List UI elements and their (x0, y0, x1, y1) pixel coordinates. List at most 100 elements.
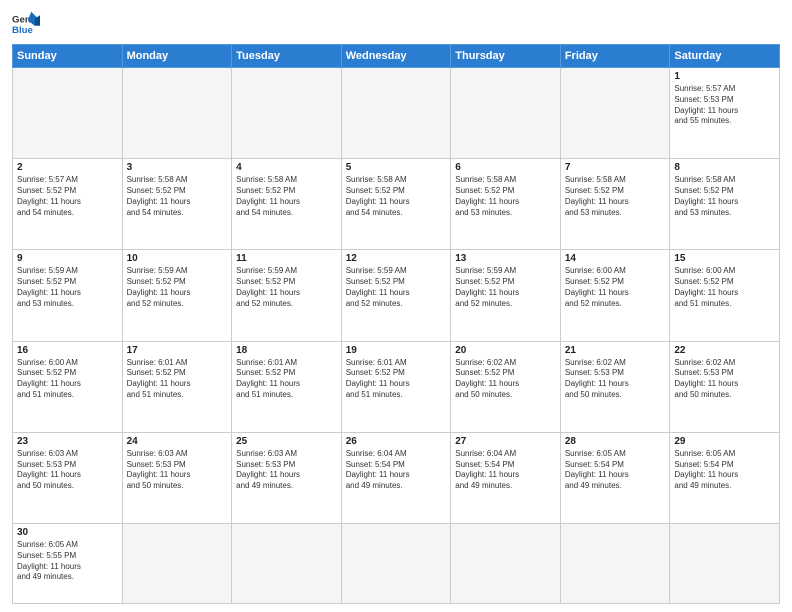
calendar-cell (13, 68, 123, 159)
day-number: 17 (127, 345, 228, 356)
day-number: 16 (17, 345, 118, 356)
day-number: 8 (674, 162, 775, 173)
day-number: 15 (674, 253, 775, 264)
calendar-cell (670, 523, 780, 603)
logo: General Blue (12, 10, 40, 38)
calendar-cell (341, 523, 451, 603)
calendar-cell: 2 Sunrise: 5:57 AM Sunset: 5:52 PM Daylig… (13, 159, 123, 250)
day-number: 5 (346, 162, 447, 173)
logo-icon: General Blue (12, 10, 40, 38)
calendar-cell: 27 Sunrise: 6:04 AM Sunset: 5:54 PM Dayli… (451, 432, 561, 523)
weekday-header: Wednesday (341, 45, 451, 68)
day-number: 23 (17, 436, 118, 447)
weekday-header: Thursday (451, 45, 561, 68)
day-info: Sunrise: 5:58 AM Sunset: 5:52 PM Dayligh… (565, 175, 666, 218)
weekday-header: Friday (560, 45, 670, 68)
day-info: Sunrise: 5:59 AM Sunset: 5:52 PM Dayligh… (236, 266, 337, 309)
calendar-cell (341, 68, 451, 159)
day-info: Sunrise: 6:03 AM Sunset: 5:53 PM Dayligh… (236, 449, 337, 492)
day-number: 11 (236, 253, 337, 264)
day-info: Sunrise: 6:00 AM Sunset: 5:52 PM Dayligh… (565, 266, 666, 309)
day-info: Sunrise: 5:58 AM Sunset: 5:52 PM Dayligh… (346, 175, 447, 218)
calendar-cell (122, 523, 232, 603)
calendar-cell: 11 Sunrise: 5:59 AM Sunset: 5:52 PM Dayli… (232, 250, 342, 341)
calendar-cell: 17 Sunrise: 6:01 AM Sunset: 5:52 PM Dayli… (122, 341, 232, 432)
day-number: 30 (17, 527, 118, 538)
calendar-cell: 29 Sunrise: 6:05 AM Sunset: 5:54 PM Dayli… (670, 432, 780, 523)
day-info: Sunrise: 6:00 AM Sunset: 5:52 PM Dayligh… (674, 266, 775, 309)
calendar-cell: 6 Sunrise: 5:58 AM Sunset: 5:52 PM Daylig… (451, 159, 561, 250)
calendar-cell: 19 Sunrise: 6:01 AM Sunset: 5:52 PM Dayli… (341, 341, 451, 432)
page: General Blue SundayMondayTuesdayWednesda… (0, 0, 792, 612)
calendar-cell: 16Sunrise: 6:00 AM Sunset: 5:52 PM Dayli… (13, 341, 123, 432)
calendar-cell (560, 68, 670, 159)
day-info: Sunrise: 5:59 AM Sunset: 5:52 PM Dayligh… (346, 266, 447, 309)
calendar-cell: 15 Sunrise: 6:00 AM Sunset: 5:52 PM Dayli… (670, 250, 780, 341)
day-number: 12 (346, 253, 447, 264)
day-info: Sunrise: 6:01 AM Sunset: 5:52 PM Dayligh… (346, 358, 447, 401)
weekday-header: Monday (122, 45, 232, 68)
day-number: 6 (455, 162, 556, 173)
day-number: 2 (17, 162, 118, 173)
day-info: Sunrise: 6:03 AM Sunset: 5:53 PM Dayligh… (17, 449, 118, 492)
day-number: 13 (455, 253, 556, 264)
calendar-cell: 20Sunrise: 6:02 AM Sunset: 5:52 PM Dayli… (451, 341, 561, 432)
day-number: 24 (127, 436, 228, 447)
calendar-cell: 13 Sunrise: 5:59 AM Sunset: 5:52 PM Dayli… (451, 250, 561, 341)
header: General Blue (12, 10, 780, 38)
day-info: Sunrise: 6:05 AM Sunset: 5:54 PM Dayligh… (565, 449, 666, 492)
calendar-cell: 22 Sunrise: 6:02 AM Sunset: 5:53 PM Dayli… (670, 341, 780, 432)
calendar-cell: 26 Sunrise: 6:04 AM Sunset: 5:54 PM Dayli… (341, 432, 451, 523)
day-info: Sunrise: 6:03 AM Sunset: 5:53 PM Dayligh… (127, 449, 228, 492)
calendar-cell: 9Sunrise: 5:59 AM Sunset: 5:52 PM Daylig… (13, 250, 123, 341)
day-number: 28 (565, 436, 666, 447)
day-number: 27 (455, 436, 556, 447)
day-info: Sunrise: 5:59 AM Sunset: 5:52 PM Dayligh… (127, 266, 228, 309)
day-number: 22 (674, 345, 775, 356)
day-info: Sunrise: 6:04 AM Sunset: 5:54 PM Dayligh… (346, 449, 447, 492)
day-info: Sunrise: 6:02 AM Sunset: 5:53 PM Dayligh… (674, 358, 775, 401)
calendar-cell: 8 Sunrise: 5:58 AM Sunset: 5:52 PM Daylig… (670, 159, 780, 250)
calendar-cell: 1Sunrise: 5:57 AM Sunset: 5:53 PM Daylig… (670, 68, 780, 159)
calendar-cell (451, 68, 561, 159)
day-info: Sunrise: 5:57 AM Sunset: 5:53 PM Dayligh… (674, 84, 775, 127)
day-info: Sunrise: 6:01 AM Sunset: 5:52 PM Dayligh… (127, 358, 228, 401)
calendar-cell (122, 68, 232, 159)
calendar-cell: 30Sunrise: 6:05 AM Sunset: 5:55 PM Dayli… (13, 523, 123, 603)
calendar-table: SundayMondayTuesdayWednesdayThursdayFrid… (12, 44, 780, 604)
day-number: 19 (346, 345, 447, 356)
day-number: 21 (565, 345, 666, 356)
calendar-cell: 10 Sunrise: 5:59 AM Sunset: 5:52 PM Dayli… (122, 250, 232, 341)
calendar-cell (232, 523, 342, 603)
weekday-header: Saturday (670, 45, 780, 68)
calendar-cell: 4 Sunrise: 5:58 AM Sunset: 5:52 PM Daylig… (232, 159, 342, 250)
day-info: Sunrise: 5:58 AM Sunset: 5:52 PM Dayligh… (236, 175, 337, 218)
calendar-cell (560, 523, 670, 603)
day-number: 3 (127, 162, 228, 173)
calendar-cell: 21Sunrise: 6:02 AM Sunset: 5:53 PM Dayli… (560, 341, 670, 432)
day-info: Sunrise: 5:57 AM Sunset: 5:52 PM Dayligh… (17, 175, 118, 218)
calendar-cell: 3 Sunrise: 5:58 AM Sunset: 5:52 PM Daylig… (122, 159, 232, 250)
day-info: Sunrise: 5:58 AM Sunset: 5:52 PM Dayligh… (674, 175, 775, 218)
day-info: Sunrise: 5:58 AM Sunset: 5:52 PM Dayligh… (127, 175, 228, 218)
day-number: 4 (236, 162, 337, 173)
day-info: Sunrise: 6:05 AM Sunset: 5:54 PM Dayligh… (674, 449, 775, 492)
calendar-cell: 23 Sunrise: 6:03 AM Sunset: 5:53 PM Dayli… (13, 432, 123, 523)
day-number: 29 (674, 436, 775, 447)
day-info: Sunrise: 5:58 AM Sunset: 5:52 PM Dayligh… (455, 175, 556, 218)
calendar-cell (451, 523, 561, 603)
day-number: 18 (236, 345, 337, 356)
calendar-cell (232, 68, 342, 159)
day-info: Sunrise: 6:04 AM Sunset: 5:54 PM Dayligh… (455, 449, 556, 492)
day-number: 9 (17, 253, 118, 264)
calendar-cell: 25Sunrise: 6:03 AM Sunset: 5:53 PM Dayli… (232, 432, 342, 523)
day-number: 26 (346, 436, 447, 447)
day-info: Sunrise: 5:59 AM Sunset: 5:52 PM Dayligh… (455, 266, 556, 309)
calendar-cell: 28 Sunrise: 6:05 AM Sunset: 5:54 PM Dayli… (560, 432, 670, 523)
calendar-cell: 18 Sunrise: 6:01 AM Sunset: 5:52 PM Dayli… (232, 341, 342, 432)
day-number: 14 (565, 253, 666, 264)
day-number: 10 (127, 253, 228, 264)
day-number: 7 (565, 162, 666, 173)
day-info: Sunrise: 6:01 AM Sunset: 5:52 PM Dayligh… (236, 358, 337, 401)
calendar-cell: 5 Sunrise: 5:58 AM Sunset: 5:52 PM Daylig… (341, 159, 451, 250)
